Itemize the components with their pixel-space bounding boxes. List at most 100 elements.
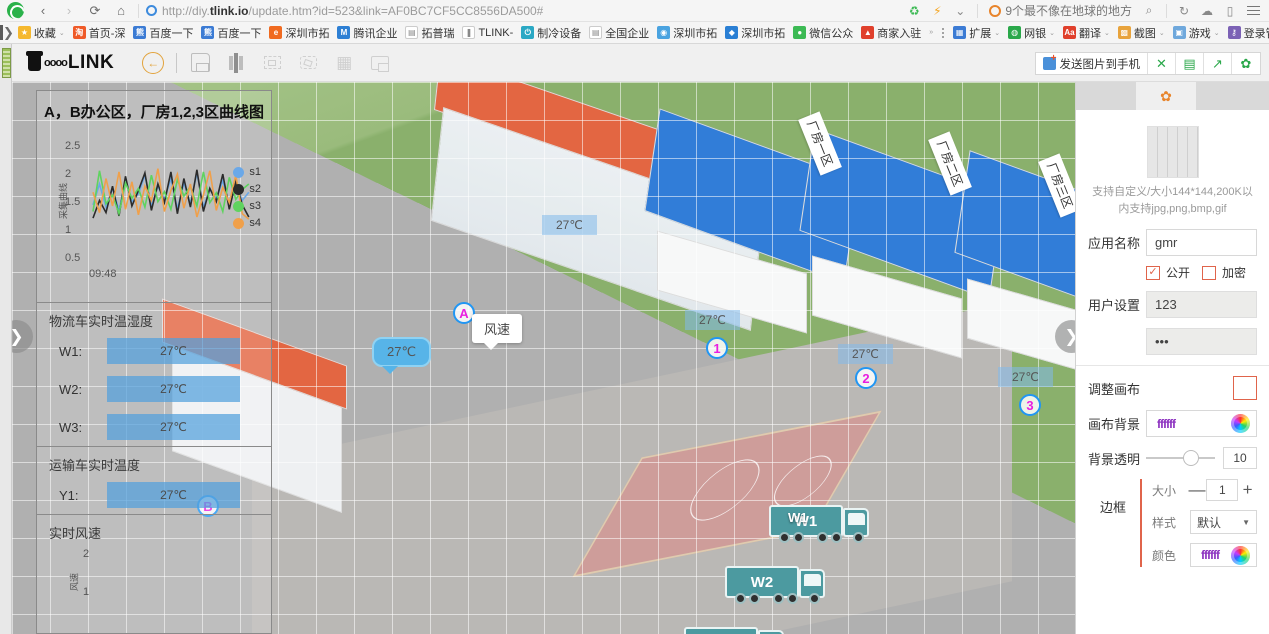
bookmark-item[interactable]: ▤拓普瑞: [401, 22, 458, 44]
address-bar[interactable]: http://diy.tlink.io/update.htm?id=523&li…: [143, 0, 904, 22]
toolbar-item[interactable]: ◍网银⌄: [1004, 22, 1059, 44]
border-color-field[interactable]: ffffff: [1190, 543, 1257, 567]
map-marker-3[interactable]: 3: [1019, 394, 1041, 416]
toolbar-item[interactable]: ▩截图⌄: [1114, 22, 1169, 44]
temperature-bubble[interactable]: 27℃: [372, 337, 431, 367]
color-wheel-icon[interactable]: [1231, 546, 1250, 565]
bookmark-item[interactable]: 淘首页-深: [69, 22, 130, 44]
preview-button[interactable]: [365, 48, 395, 78]
toolbar-item[interactable]: ▦扩展⌄: [949, 22, 1004, 44]
public-checkbox[interactable]: ✓: [1146, 266, 1160, 280]
canvas-adjust-swatch[interactable]: [1233, 376, 1257, 400]
bookmark-item[interactable]: ●微信公众: [789, 22, 857, 44]
reload-icon[interactable]: ⟳: [82, 0, 108, 22]
password-input[interactable]: •••: [1146, 328, 1257, 355]
canvas-bg-field[interactable]: ffffff: [1146, 410, 1257, 437]
bookmark-more[interactable]: »: [925, 22, 937, 44]
recycle-icon[interactable]: ♻: [904, 0, 924, 22]
user-input[interactable]: 123: [1146, 291, 1257, 318]
bookmark-item[interactable]: 熊百度一下: [129, 22, 197, 44]
temperature-chip[interactable]: 27℃: [838, 344, 893, 364]
save-canvas-button[interactable]: ▤: [1176, 53, 1204, 74]
home-icon[interactable]: ⌂: [108, 0, 134, 22]
border-size-minus[interactable]: —: [1188, 480, 1207, 500]
bookmark-expand-icon[interactable]: ❯: [3, 22, 14, 44]
forward-button[interactable]: ›: [56, 0, 82, 22]
border-size-value[interactable]: 1: [1206, 479, 1238, 501]
bookmark-item[interactable]: ◆深圳市拓: [721, 22, 789, 44]
border-style-select[interactable]: 默认 ▼: [1190, 510, 1257, 534]
align-button[interactable]: [221, 48, 251, 78]
cloud-icon[interactable]: ☁: [1197, 0, 1217, 22]
shuffle-button[interactable]: ✕: [1148, 53, 1176, 74]
transform-button[interactable]: [293, 48, 323, 78]
transport-widget[interactable]: 运输车实时温度 Y1:27℃: [37, 447, 271, 515]
history-icon[interactable]: ↻: [1174, 0, 1194, 22]
chevron-down-icon: ⌄: [1104, 29, 1110, 37]
legend-item[interactable]: s1: [233, 166, 261, 178]
color-wheel-icon[interactable]: [1231, 414, 1250, 433]
curve-chart-widget[interactable]: A，B办公区，厂房1,2,3区曲线图 采集曲线 2.521.510.5 09:4…: [37, 91, 271, 303]
user-setting-label: 用户设置: [1088, 295, 1146, 314]
truck-W2[interactable]: W2: [725, 566, 799, 598]
bookmark-item[interactable]: 熊百度一下: [197, 22, 265, 44]
menu-icon[interactable]: [1243, 0, 1263, 22]
overflow-dots-icon[interactable]: [942, 28, 944, 38]
grid-button[interactable]: ▦: [329, 48, 359, 78]
slider-knob[interactable]: [1183, 450, 1199, 466]
legend-item[interactable]: s3: [233, 200, 261, 212]
border-size-plus[interactable]: +: [1238, 480, 1257, 500]
bookmark-item[interactable]: ⏻制冷设备: [517, 22, 585, 44]
search-icon[interactable]: ⌕: [1139, 0, 1159, 22]
group-button[interactable]: [257, 48, 287, 78]
encrypt-checkbox[interactable]: [1202, 266, 1216, 280]
sensor-row[interactable]: W1:27℃: [37, 332, 271, 370]
bookmark-item[interactable]: ◉深圳市拓: [653, 22, 721, 44]
sensor-row[interactable]: Y1:27℃: [37, 476, 271, 514]
bookmark-item[interactable]: M腾讯企业: [333, 22, 401, 44]
logistics-widget[interactable]: 物流车实时温湿度 W1:27℃W2:27℃W3:27℃: [37, 303, 271, 447]
app-name-input[interactable]: gmr: [1146, 229, 1257, 256]
bookmark-item[interactable]: ▤全国企业: [585, 22, 653, 44]
map-marker-1[interactable]: 1: [706, 337, 728, 359]
map-marker-2[interactable]: 2: [855, 367, 877, 389]
sensor-row[interactable]: W3:27℃: [37, 408, 271, 446]
lightning-icon[interactable]: ⚡: [927, 0, 947, 22]
bookmark-item[interactable]: e深圳市拓: [265, 22, 333, 44]
settings-button[interactable]: ✿: [1232, 53, 1260, 74]
chart-y-tick: 1: [65, 224, 71, 236]
wind-speed-bubble[interactable]: 风速: [472, 314, 522, 343]
truck-W3[interactable]: W3: [684, 627, 758, 634]
pin-icon: ❚: [462, 26, 475, 39]
mobile-icon[interactable]: ▯: [1220, 0, 1240, 22]
chevron-down-icon[interactable]: ⌄: [950, 0, 970, 22]
temperature-chip[interactable]: 27℃: [542, 215, 597, 235]
dashboard-panel[interactable]: A，B办公区，厂房1,2,3区曲线图 采集曲线 2.521.510.5 09:4…: [36, 90, 272, 634]
temperature-chip[interactable]: 27℃: [998, 367, 1053, 387]
bookmark-item[interactable]: ★收藏⌄: [14, 22, 69, 44]
share-button[interactable]: ↗: [1204, 53, 1232, 74]
sensor-row[interactable]: W2:27℃: [37, 370, 271, 408]
toolbar-label: 翻译: [1079, 25, 1101, 41]
search-box[interactable]: 9个最不像在地球的地方: [985, 2, 1136, 19]
opacity-slider[interactable]: [1146, 457, 1215, 459]
thumbnail-upload[interactable]: [1088, 120, 1257, 182]
toolbar-item[interactable]: ⚷登录管家: [1224, 22, 1269, 44]
legend-item[interactable]: s4: [233, 217, 261, 229]
toolbar-item[interactable]: ▣游戏⌄: [1169, 22, 1224, 44]
settings-panel[interactable]: ✿ 支持自定义/大小144*144,200K以内支持jpg,png,bmp,gi…: [1075, 82, 1269, 634]
floppy-disk-icon: [191, 53, 210, 72]
opacity-value[interactable]: 10: [1223, 447, 1257, 469]
back-button[interactable]: ‹: [30, 0, 56, 22]
toolbar-item[interactable]: Aa翻译⌄: [1059, 22, 1114, 44]
save-button[interactable]: [185, 48, 215, 78]
wind-widget[interactable]: 实时风速 2 1 风速: [37, 515, 271, 615]
bookmark-item[interactable]: ▲商家入驻: [857, 22, 925, 44]
send-to-phone-button[interactable]: 发送图片到手机: [1036, 53, 1149, 74]
temperature-chip[interactable]: 27℃: [685, 310, 740, 330]
bookmark-item[interactable]: ❚TLINK-: [458, 22, 517, 44]
settings-tabs: ✿: [1076, 82, 1269, 110]
legend-item[interactable]: s2: [233, 183, 261, 195]
back-button[interactable]: ←: [138, 48, 168, 78]
tab-settings[interactable]: ✿: [1136, 82, 1196, 110]
